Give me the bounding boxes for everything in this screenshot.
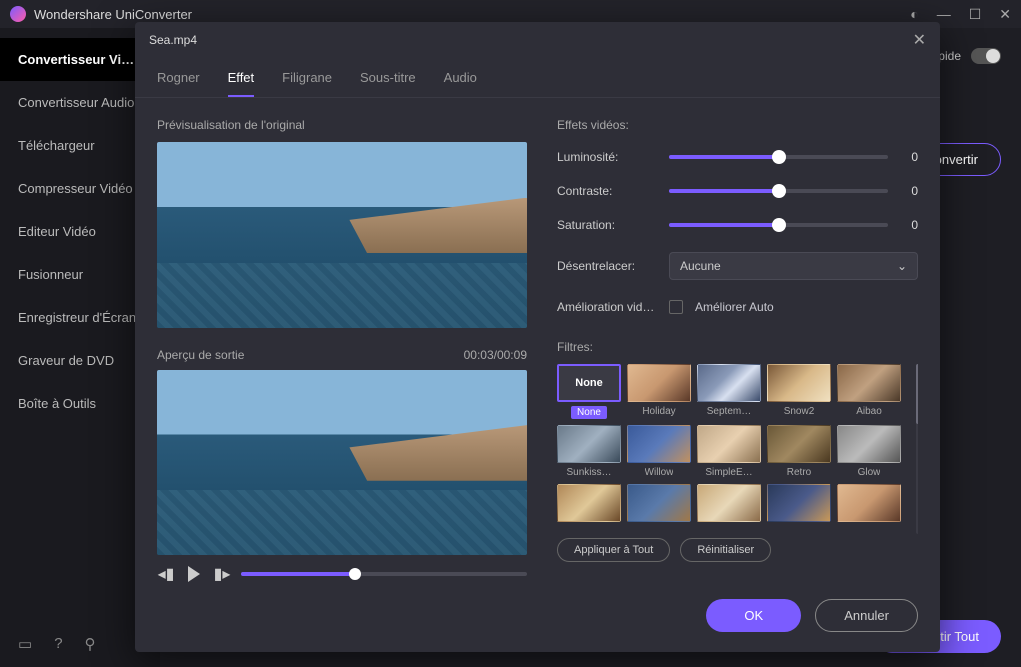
tab-effect[interactable]: Effet xyxy=(228,64,255,97)
apply-all-button[interactable]: Appliquer à Tout xyxy=(557,538,670,562)
tab-audio[interactable]: Audio xyxy=(444,64,477,97)
playback-slider[interactable] xyxy=(241,572,527,576)
help-icon[interactable]: ? xyxy=(54,635,62,653)
play-button[interactable] xyxy=(185,565,203,583)
contrast-label: Contraste: xyxy=(557,184,657,198)
next-frame-button[interactable]: ▮▸ xyxy=(213,565,231,583)
contrast-slider[interactable] xyxy=(669,189,888,193)
filter-thumb xyxy=(557,484,621,522)
window-controls: ◐ — ☐ ✕ xyxy=(910,6,1011,23)
filters-scrollbar[interactable] xyxy=(916,364,918,534)
filter-item-Sunkiss…[interactable]: Sunkiss… xyxy=(557,425,621,478)
fast-convert-toggle[interactable] xyxy=(971,48,1001,64)
filter-item-unnamed[interactable] xyxy=(837,484,901,522)
filter-label: Glow xyxy=(858,467,881,478)
ok-button[interactable]: OK xyxy=(706,599,801,632)
filter-thumb xyxy=(837,364,901,402)
output-preview-label: Aperçu de sortie xyxy=(157,348,244,362)
enhance-auto-label: Améliorer Auto xyxy=(695,300,774,314)
filter-thumb xyxy=(767,364,831,402)
filter-thumb xyxy=(767,484,831,522)
close-icon[interactable]: ✕ xyxy=(999,6,1011,23)
filter-item-Holiday[interactable]: Holiday xyxy=(627,364,691,419)
cancel-button[interactable]: Annuler xyxy=(815,599,918,632)
saturation-slider[interactable] xyxy=(669,223,888,227)
filter-thumb xyxy=(627,425,691,463)
reset-button[interactable]: Réinitialiser xyxy=(680,538,771,562)
filter-item-Snow2[interactable]: Snow2 xyxy=(767,364,831,419)
filter-item-unnamed[interactable] xyxy=(627,484,691,522)
filter-label: SimpleE… xyxy=(705,467,752,478)
book-icon[interactable]: ▭ xyxy=(18,635,32,653)
saturation-label: Saturation: xyxy=(557,218,657,232)
filter-item-Glow[interactable]: Glow xyxy=(837,425,901,478)
enhance-label: Amélioration vid… xyxy=(557,300,657,314)
filter-label: Willow xyxy=(645,467,674,478)
minimize-icon[interactable]: — xyxy=(937,6,951,23)
timecode: 00:03/00:09 xyxy=(464,348,527,362)
filter-thumb xyxy=(697,425,761,463)
filter-thumb xyxy=(557,425,621,463)
deinterlace-value: Aucune xyxy=(680,259,721,273)
modal-filename: Sea.mp4 xyxy=(149,33,197,47)
filter-item-Willow[interactable]: Willow xyxy=(627,425,691,478)
brightness-label: Luminosité: xyxy=(557,150,657,164)
brightness-slider[interactable] xyxy=(669,155,888,159)
chevron-down-icon: ⌄ xyxy=(897,259,907,273)
prev-frame-button[interactable]: ◂▮ xyxy=(157,565,175,583)
app-logo-icon xyxy=(10,6,26,22)
filter-thumb xyxy=(697,484,761,522)
deinterlace-label: Désentrelacer: xyxy=(557,259,657,273)
enhance-auto-checkbox[interactable] xyxy=(669,300,683,314)
original-preview xyxy=(157,142,527,328)
output-preview xyxy=(157,370,527,556)
filter-item-unnamed[interactable] xyxy=(767,484,831,522)
tab-subtitle[interactable]: Sous-titre xyxy=(360,64,416,97)
filter-item-unnamed[interactable] xyxy=(697,484,761,522)
filter-label: Snow2 xyxy=(784,406,815,417)
filter-item-unnamed[interactable] xyxy=(557,484,621,522)
filter-item-None[interactable]: None None xyxy=(557,364,621,419)
filter-thumb xyxy=(767,425,831,463)
brightness-value: 0 xyxy=(900,150,918,164)
filter-item-Aibao[interactable]: Aibao xyxy=(837,364,901,419)
maximize-icon[interactable]: ☐ xyxy=(969,6,982,23)
filters-label: Filtres: xyxy=(557,340,918,354)
original-preview-label: Prévisualisation de l'original xyxy=(157,118,527,132)
filter-item-Retro[interactable]: Retro xyxy=(767,425,831,478)
filter-label: Holiday xyxy=(642,406,675,417)
filter-label: Sunkiss… xyxy=(566,467,611,478)
filter-label: Septem… xyxy=(707,406,751,417)
filter-thumb xyxy=(837,425,901,463)
filter-label: None xyxy=(571,406,607,419)
effect-modal: Sea.mp4 ✕ Rogner Effet Filigrane Sous-ti… xyxy=(135,22,940,652)
filter-thumb: None xyxy=(557,364,621,402)
user-icon[interactable]: ⚲ xyxy=(85,635,96,653)
filter-thumb xyxy=(627,364,691,402)
effects-heading: Effets vidéos: xyxy=(557,118,918,132)
tab-watermark[interactable]: Filigrane xyxy=(282,64,332,97)
account-icon[interactable]: ◐ xyxy=(910,6,918,23)
filters-grid: None None Holiday Septem… Snow2 Aibao Sunkiss…… xyxy=(557,364,918,522)
saturation-value: 0 xyxy=(900,218,918,232)
filter-item-SimpleE…[interactable]: SimpleE… xyxy=(697,425,761,478)
deinterlace-select[interactable]: Aucune ⌄ xyxy=(669,252,918,280)
filter-label: Aibao xyxy=(856,406,882,417)
filter-label: Retro xyxy=(787,467,811,478)
filter-item-Septem…[interactable]: Septem… xyxy=(697,364,761,419)
app-name: Wondershare UniConverter xyxy=(34,7,192,22)
modal-close-icon[interactable]: ✕ xyxy=(913,30,926,50)
filter-thumb xyxy=(697,364,761,402)
contrast-value: 0 xyxy=(900,184,918,198)
filter-thumb xyxy=(627,484,691,522)
filter-thumb xyxy=(837,484,901,522)
tab-crop[interactable]: Rogner xyxy=(157,64,200,97)
modal-tabs: Rogner Effet Filigrane Sous-titre Audio xyxy=(135,58,940,98)
